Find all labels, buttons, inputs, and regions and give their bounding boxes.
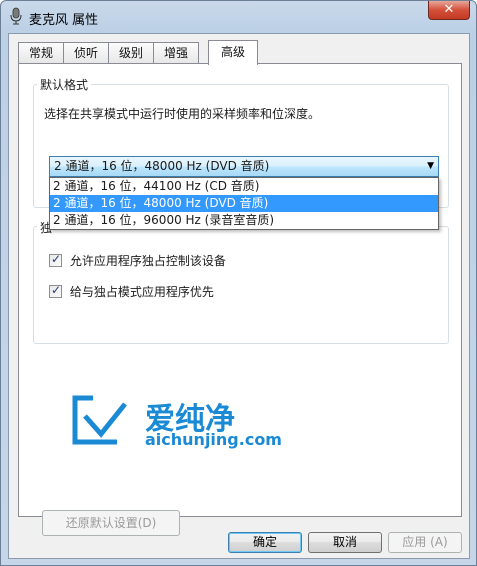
tab-label: 侦听 (73, 46, 98, 60)
apply-button[interactable]: 应用 (A) (388, 532, 462, 553)
tab-label: 级别 (118, 46, 143, 60)
exclusive-priority-checkbox[interactable] (49, 283, 62, 298)
window-title: 麦克风 属性 (29, 13, 99, 28)
title-bar[interactable]: 麦克风 属性 ✕ (1, 1, 476, 33)
tab-levels[interactable]: 级别 (108, 42, 154, 64)
dialog-client-area: 常规 侦听 级别 增强 高级 默认格式 选择在共享模式中运行时使用的采样频率和位… (8, 33, 470, 559)
microphone-icon (9, 7, 23, 25)
exclusive-priority-label: 给与独占模式应用程序优先 (69, 285, 214, 299)
tab-enhancements[interactable]: 增强 (153, 42, 199, 64)
tab-label: 增强 (163, 46, 188, 60)
tab-label: 高级 (220, 45, 245, 59)
sample-rate-selected-value: 2 通道，16 位，48000 Hz (DVD 音质) (54, 159, 270, 173)
close-button[interactable]: ✕ (428, 1, 470, 20)
default-format-group-title: 默认格式 (37, 76, 92, 93)
sample-rate-dropdown-list: 2 通道，16 位，44100 Hz (CD 音质) 2 通道，16 位，480… (49, 177, 439, 230)
watermark-logo: 爱纯净 aichunjing.com (71, 394, 282, 457)
tab-general[interactable]: 常规 (18, 42, 64, 64)
allow-exclusive-label: 允许应用程序独占控制该设备 (69, 254, 226, 268)
allow-exclusive-checkbox-row[interactable]: 允许应用程序独占控制该设备 (49, 252, 226, 268)
sample-rate-option[interactable]: 2 通道，16 位，44100 Hz (CD 音质) (50, 178, 438, 195)
tab-label: 常规 (28, 46, 53, 60)
allow-exclusive-checkbox[interactable] (49, 252, 62, 267)
cancel-button[interactable]: 取消 (308, 532, 382, 553)
exclusive-priority-checkbox-row[interactable]: 给与独占模式应用程序优先 (49, 283, 214, 299)
watermark-url: aichunjing.com (145, 430, 282, 449)
chevron-down-icon[interactable]: ▼ (427, 157, 434, 176)
tab-listen[interactable]: 侦听 (63, 42, 109, 64)
default-format-description: 选择在共享模式中运行时使用的采样频率和位深度。 (44, 107, 321, 121)
close-icon: ✕ (443, 2, 455, 17)
sample-rate-option[interactable]: 2 通道，16 位，96000 Hz (录音室音质) (50, 212, 438, 229)
properties-window: 麦克风 属性 ✕ 常规 侦听 级别 增强 高级 默认格式 选择在共享模式中运行时… (0, 0, 477, 566)
advanced-tab-panel: 默认格式 选择在共享模式中运行时使用的采样频率和位深度。 2 通道，16 位，4… (18, 63, 462, 536)
restore-defaults-button[interactable]: 还原默认设置(D) (42, 510, 180, 536)
ok-button[interactable]: 确定 (228, 532, 302, 553)
sample-rate-select[interactable]: 2 通道，16 位，48000 Hz (DVD 音质) ▼ (49, 156, 439, 177)
sample-rate-option-highlighted[interactable]: 2 通道，16 位，48000 Hz (DVD 音质) (50, 195, 438, 212)
tab-advanced[interactable]: 高级 (208, 40, 258, 65)
